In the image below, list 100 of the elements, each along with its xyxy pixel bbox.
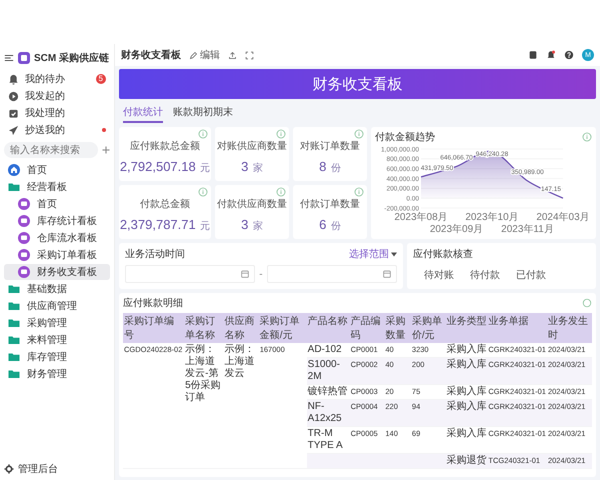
table-cell: 采购入库 [446,344,486,355]
nav-item[interactable]: 来料管理 [4,332,110,348]
quick-link-label: 我处理的 [25,106,66,120]
nav-item[interactable]: 基础数据 [4,281,110,297]
axis-label: 2023年08月 [394,212,448,223]
axis-label: 2023年09月 [430,224,484,234]
calendar-check-icon [8,108,19,118]
fullscreen-icon [245,50,254,60]
stat-value: 2,792,507.18 元 [120,158,210,176]
nav-item[interactable]: 采购管理 [4,315,110,331]
range-dropdown[interactable]: 选择范围 [348,247,397,261]
table-cell: TR-M TYPE A [308,428,343,451]
add-button[interactable] [102,146,110,154]
play-circle-icon [8,90,19,102]
range-separator: - [259,268,263,280]
stat-label: 应付账款总金额 [130,140,200,154]
quick-link[interactable]: 我发起的 [4,88,110,104]
folder-icon [8,351,20,363]
table-cell: AD-102 [308,344,342,355]
quick-link-label: 我的待办 [25,72,66,86]
axis-label: 2024年03月 [536,212,590,223]
nav-item[interactable]: 经营看板 [4,179,110,195]
table-cell: S1000-2M [308,359,340,382]
info-icon [354,187,364,197]
menu-icon [4,53,14,63]
table-cell: 镀锌热管 [308,386,348,397]
page-title: 财务收支看板 [121,48,181,62]
folder-icon [8,317,20,329]
table-cell: 采购入库 [446,428,486,439]
start-date-field[interactable] [125,265,256,283]
nav-item[interactable]: 首页 [4,196,110,212]
stat-label: 付款订单数量 [300,198,360,212]
admin-link[interactable]: 管理后台 [4,462,110,476]
stat-value: 8 份 [319,158,341,176]
table-title: 应付账款明细 [123,296,183,310]
search-field[interactable]: 输入名称来搜索 [4,142,98,158]
nav-item[interactable]: 库存统计看板 [4,213,110,229]
quick-link-label: 抄送我的 [25,124,66,137]
quick-link[interactable]: 我处理的 [4,105,110,121]
bell-icon [546,50,556,60]
nav-item[interactable]: 采购订单看板 [4,247,110,263]
dashboard-icon [18,266,30,278]
stat-value: 6 份 [319,216,341,234]
calendar-icon [240,269,250,279]
info-icon [582,132,592,142]
stat-value: 2,379,787.71 元 [120,216,210,234]
table-cell: 采购入库 [446,386,486,397]
dashboard-icon [18,215,30,227]
stat-value: 3 家 [241,216,263,234]
stat-label: 对账供应商数量 [217,140,287,154]
info-icon [354,129,364,139]
quick-link[interactable]: 抄送我的 [4,122,110,138]
column-header: 产品编码 [350,313,384,343]
tab[interactable]: 账款期初期末 [173,103,233,123]
filter-label: 业务活动时间 [125,248,185,261]
help-icon [564,50,574,60]
caret-icon [390,252,397,256]
tab[interactable]: 付款统计 [123,103,163,123]
calendar-icon [382,269,392,279]
status-option[interactable]: 待付款 [462,265,507,285]
admin-label: 管理后台 [18,462,58,476]
upload-icon [228,50,237,60]
axis-label: 2023年11月 [501,224,554,234]
status-option[interactable]: 待对账 [416,265,461,285]
gear-icon [4,464,14,474]
home-icon [8,164,20,176]
column-header: 业务类型 [445,313,488,343]
nav-item[interactable]: 供应商管理 [4,298,110,314]
quick-link-label: 我发起的 [25,90,66,103]
edit-button[interactable]: 编辑 [189,48,220,62]
nav-item[interactable]: 财务收支看板 [4,264,110,280]
status-label: 应付账款核查 [412,248,474,261]
column-header: 采购订单金额/元 [258,313,307,343]
info-icon [276,187,286,197]
quick-link[interactable]: 我的待办 5 [4,71,110,87]
table-cell: 示例：上海道发云 [224,343,259,468]
status-option[interactable]: 已付款 [508,265,553,285]
stat-value: 3 家 [241,158,263,176]
nav-item[interactable]: 仓库流水看板 [4,230,110,246]
banner-title: 财务收支看板 [312,74,402,94]
folder-icon [8,334,20,346]
stat-label: 付款供应商数量 [217,198,287,212]
nav-item[interactable]: 库存管理 [4,349,110,365]
bell-icon [8,74,19,84]
folder-icon [8,181,20,193]
end-date-field[interactable] [266,265,397,283]
column-header: 采购单价/元 [410,313,446,343]
nav-item[interactable]: 财务管理 [4,366,110,382]
app-name: SCM 采购供应链 [34,51,109,65]
stat-label: 对账订单数量 [300,140,360,154]
stat-label: 付款总金额 [140,198,190,212]
pencil-icon [189,50,198,60]
table-cell: 示例：上海道发云-第5份采购订单 [184,343,224,468]
column-header: 采购数量 [384,313,411,343]
table-cell: 采购退货 [446,455,486,466]
nav-item[interactable]: 首页 [4,162,110,178]
chart-title: 付款金额趋势 [375,130,435,144]
column-header: 产品名称 [306,313,350,343]
info-icon [198,187,208,197]
folder-icon [8,283,20,295]
